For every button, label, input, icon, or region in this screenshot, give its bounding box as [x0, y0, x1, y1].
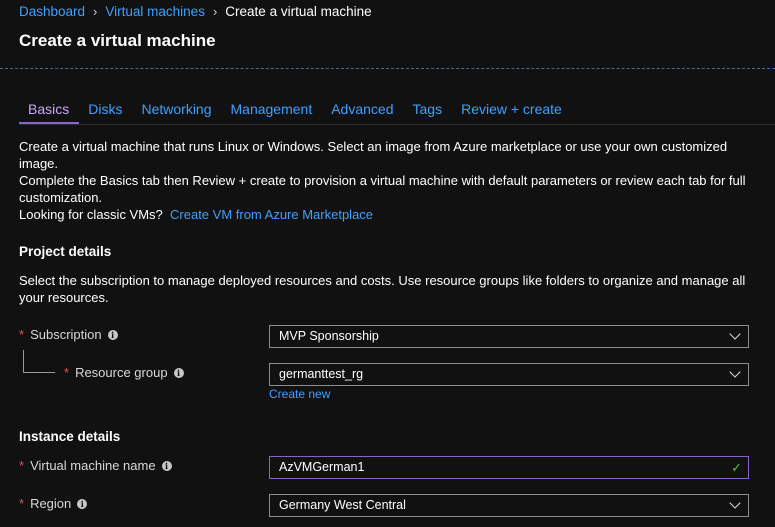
create-vm-marketplace-link[interactable]: Create VM from Azure Marketplace: [170, 207, 373, 222]
tab-management[interactable]: Management: [222, 99, 323, 124]
tab-basics[interactable]: Basics: [19, 99, 80, 124]
breadcrumb-dashboard[interactable]: Dashboard: [19, 4, 85, 19]
resource-group-value: germanttest_rg: [279, 367, 364, 381]
resource-group-label: * Resource group i: [64, 365, 184, 380]
checkmark-icon: ✓: [731, 460, 742, 475]
tab-bar-divider: [19, 124, 775, 125]
tree-connector-vertical: [23, 350, 24, 372]
project-details-title: Project details: [19, 244, 112, 259]
subscription-value: MVP Sponsorship: [279, 329, 379, 343]
info-icon[interactable]: i: [107, 329, 118, 340]
chevron-down-icon: [729, 497, 741, 509]
breadcrumb-virtual-machines[interactable]: Virtual machines: [105, 4, 205, 19]
tree-connector-horizontal: [23, 372, 55, 373]
resource-group-dropdown[interactable]: germanttest_rg: [269, 363, 749, 386]
chevron-down-icon: [729, 328, 741, 340]
region-value: Germany West Central: [279, 498, 406, 512]
breadcrumb-current: Create a virtual machine: [225, 4, 372, 19]
subscription-dropdown[interactable]: MVP Sponsorship: [269, 325, 749, 348]
region-label-text: Region: [30, 496, 72, 511]
resource-group-label-text: Resource group: [75, 365, 168, 380]
intro-line-1: Create a virtual machine that runs Linux…: [19, 139, 728, 171]
region-label: * Region i: [19, 496, 88, 511]
info-icon[interactable]: i: [173, 367, 184, 378]
vm-name-label: * Virtual machine name i: [19, 458, 172, 473]
instance-details-title: Instance details: [19, 429, 121, 444]
classic-vm-row: Looking for classic VMs? Create VM from …: [19, 206, 759, 223]
chevron-down-icon: [729, 366, 741, 378]
vm-name-input[interactable]: AzVMGerman1 ✓: [269, 456, 749, 479]
tab-tags[interactable]: Tags: [404, 99, 453, 124]
required-marker: *: [19, 458, 25, 473]
tab-disks[interactable]: Disks: [79, 99, 132, 124]
create-new-resource-group-link[interactable]: Create new: [269, 387, 330, 401]
breadcrumb: Dashboard › Virtual machines › Create a …: [19, 4, 372, 19]
project-details-description: Select the subscription to manage deploy…: [19, 273, 746, 305]
classic-vm-text: Looking for classic VMs?: [19, 207, 163, 222]
header-divider: [0, 68, 775, 69]
tab-networking[interactable]: Networking: [132, 99, 221, 124]
required-marker: *: [19, 327, 25, 342]
info-icon[interactable]: i: [161, 460, 172, 471]
tab-advanced[interactable]: Advanced: [322, 99, 403, 124]
tab-bar: Basics Disks Networking Management Advan…: [19, 99, 572, 124]
subscription-label-text: Subscription: [30, 327, 102, 342]
required-marker: *: [64, 365, 70, 380]
subscription-label: * Subscription i: [19, 327, 118, 342]
vm-name-label-text: Virtual machine name: [30, 458, 156, 473]
info-icon[interactable]: i: [77, 498, 88, 509]
region-dropdown[interactable]: Germany West Central: [269, 494, 749, 517]
intro-line-2: Complete the Basics tab then Review + cr…: [19, 173, 746, 205]
chevron-right-icon: ›: [212, 4, 218, 19]
page-title: Create a virtual machine: [19, 31, 216, 50]
required-marker: *: [19, 496, 25, 511]
chevron-right-icon: ›: [93, 4, 98, 19]
tab-review-create[interactable]: Review + create: [452, 99, 572, 124]
vm-name-value: AzVMGerman1: [279, 460, 365, 474]
